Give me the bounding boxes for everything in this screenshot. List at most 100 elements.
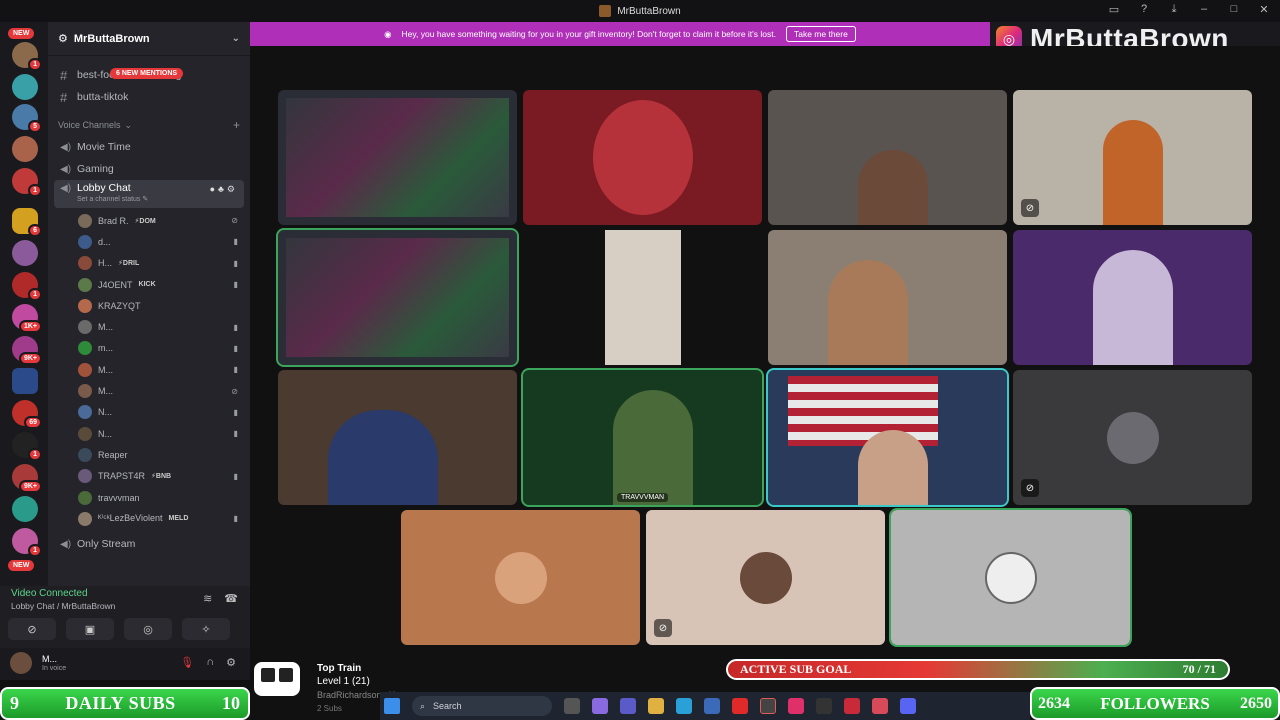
- channel-butta-tiktok[interactable]: # butta-tiktok: [48, 86, 250, 108]
- gear-icon[interactable]: ⚙: [226, 656, 236, 669]
- video-tile-camera[interactable]: [768, 230, 1007, 365]
- voice-member[interactable]: Reaper: [48, 444, 250, 465]
- download-icon[interactable]: ⤓: [1166, 3, 1182, 16]
- screen-share-button[interactable]: ▣: [66, 618, 114, 640]
- disconnect-icon[interactable]: ☎: [224, 592, 238, 605]
- voice-channel-gaming[interactable]: ◀) Gaming: [48, 158, 250, 180]
- activities-button[interactable]: ◎: [124, 618, 172, 640]
- server-icon-active[interactable]: 6: [12, 208, 42, 237]
- server-icon[interactable]: [12, 240, 38, 266]
- voice-member[interactable]: J4OENT KICK ▮: [48, 274, 250, 295]
- file-explorer-icon[interactable]: [648, 698, 664, 714]
- member-name: ᴷⁱᶜᵏLezBeViolent: [98, 513, 163, 524]
- app-icon[interactable]: [844, 698, 860, 714]
- mentions-badge[interactable]: 6 NEW MENTIONS: [110, 68, 184, 79]
- guild-header[interactable]: ⚙ MrButtaBrown ⌄: [48, 22, 250, 56]
- youtube-icon[interactable]: [732, 698, 748, 714]
- video-tile-camera[interactable]: [768, 90, 1007, 225]
- server-icon[interactable]: 9K+: [12, 464, 42, 493]
- camera-off-button[interactable]: ⊘: [8, 618, 56, 640]
- chat-icon[interactable]: ●: [210, 184, 218, 194]
- teams-icon[interactable]: [620, 698, 636, 714]
- video-tile-camera[interactable]: ⊘: [1013, 90, 1252, 225]
- voice-member[interactable]: M... ⊘: [48, 380, 250, 401]
- server-icon[interactable]: [12, 368, 38, 394]
- app-icon[interactable]: [760, 698, 776, 714]
- top-train-level: Level 1 (21): [317, 676, 370, 687]
- app-icon[interactable]: [872, 698, 888, 714]
- channel-best-food-and-cooking[interactable]: # best-food-and-cooking 6 NEW MENTIONS: [48, 64, 250, 86]
- discord-icon[interactable]: [900, 698, 916, 714]
- video-tile-camera[interactable]: [1013, 230, 1252, 365]
- edge-icon[interactable]: [676, 698, 692, 714]
- lobby-actions: ●♣⚙: [210, 184, 238, 195]
- server-icon[interactable]: 1: [12, 168, 42, 197]
- member-name: M...: [98, 364, 113, 375]
- video-tile-camera[interactable]: [766, 368, 1009, 507]
- close-icon[interactable]: ✕: [1256, 3, 1272, 16]
- voice-member[interactable]: Brad R. ⚡DOM ⊘: [48, 210, 250, 231]
- server-icon[interactable]: 1: [12, 42, 42, 71]
- server-icon[interactable]: 1: [12, 432, 42, 461]
- voice-channel-movie-time[interactable]: ◀) Movie Time: [48, 136, 250, 158]
- windows-taskbar: ⌕ Search: [380, 692, 1030, 720]
- task-view-icon[interactable]: [564, 698, 580, 714]
- server-icon[interactable]: 5: [12, 104, 42, 133]
- server-icon[interactable]: [12, 74, 38, 100]
- voice-member[interactable]: N... ▮: [48, 402, 250, 423]
- voice-member[interactable]: d... ▮: [48, 231, 250, 252]
- server-icon[interactable]: 9K+: [12, 336, 42, 365]
- soundboard-button[interactable]: ✧: [182, 618, 230, 640]
- voice-channel-path[interactable]: Lobby Chat / MrButtaBrown: [11, 601, 115, 611]
- voice-member[interactable]: ᴷⁱᶜᵏLezBeViolent MELD ▮: [48, 508, 250, 529]
- copilot-icon[interactable]: [592, 698, 608, 714]
- video-tile-portrait[interactable]: [523, 230, 762, 365]
- server-icon[interactable]: 1K+: [12, 304, 42, 333]
- take-me-there-button[interactable]: Take me there: [785, 26, 856, 42]
- video-tile-avatar-only[interactable]: ⊘: [1013, 370, 1252, 505]
- video-tile-screenshare[interactable]: [278, 90, 517, 225]
- maximize-icon[interactable]: □: [1226, 3, 1242, 16]
- channel-status[interactable]: Set a channel status ✎: [77, 195, 238, 203]
- noise-suppression-icon[interactable]: ≋: [203, 592, 212, 605]
- tiktok-icon[interactable]: [788, 698, 804, 714]
- server-icon[interactable]: 69: [12, 400, 42, 429]
- voice-member[interactable]: KRAZYQT: [48, 295, 250, 316]
- voice-member[interactable]: TRAPST4R ⚡BNB ▮: [48, 466, 250, 487]
- start-button[interactable]: [384, 698, 400, 714]
- taskbar-search[interactable]: ⌕ Search: [412, 696, 552, 716]
- voice-member[interactable]: H... ⚡DRIL ▮: [48, 253, 250, 274]
- server-icon[interactable]: [12, 496, 38, 522]
- obs-icon[interactable]: [816, 698, 832, 714]
- gear-icon[interactable]: ⚙: [227, 184, 238, 194]
- voice-member[interactable]: m... ▮: [48, 338, 250, 359]
- video-tile-avatar-only[interactable]: ⊘: [646, 510, 885, 645]
- video-tile-camera-travvvman[interactable]: TRAVVVMAN: [521, 368, 764, 507]
- camera-icon: ▮: [233, 343, 238, 353]
- help-icon[interactable]: ?: [1136, 3, 1152, 16]
- voice-member[interactable]: M... ▮: [48, 359, 250, 380]
- invite-icon[interactable]: ♣: [218, 184, 227, 194]
- video-tile-cartoon-avatar[interactable]: [523, 90, 762, 225]
- store-icon[interactable]: [704, 698, 720, 714]
- voice-member[interactable]: M... ▮: [48, 316, 250, 337]
- video-tile-screenshare[interactable]: [276, 228, 519, 367]
- video-tile-avatar-only[interactable]: [889, 508, 1132, 647]
- video-tile-camera[interactable]: [278, 370, 517, 505]
- voice-channel-only-stream[interactable]: ◀) Only Stream: [48, 533, 250, 555]
- voice-member[interactable]: N... ▮: [48, 423, 250, 444]
- chevron-down-icon[interactable]: ⌄: [232, 33, 240, 44]
- voice-member[interactable]: travvvman: [48, 487, 250, 508]
- voice-channel-lobby-chat[interactable]: ◀) Lobby Chat Set a channel status ✎ ●♣⚙: [54, 180, 244, 208]
- inbox-icon[interactable]: ▭: [1106, 3, 1122, 16]
- avatar[interactable]: [10, 652, 32, 674]
- server-icon[interactable]: 1: [12, 272, 42, 301]
- server-icon[interactable]: 1: [12, 528, 42, 557]
- add-channel-icon[interactable]: +: [233, 118, 240, 132]
- mic-muted-icon[interactable]: 🎙︎: [180, 656, 194, 669]
- video-tile-avatar-only[interactable]: [401, 510, 640, 645]
- headphones-icon[interactable]: ∩: [206, 656, 214, 669]
- voice-category[interactable]: Voice Channels ⌄ +: [48, 114, 250, 136]
- server-icon[interactable]: [12, 136, 38, 162]
- minimize-icon[interactable]: –: [1196, 3, 1212, 16]
